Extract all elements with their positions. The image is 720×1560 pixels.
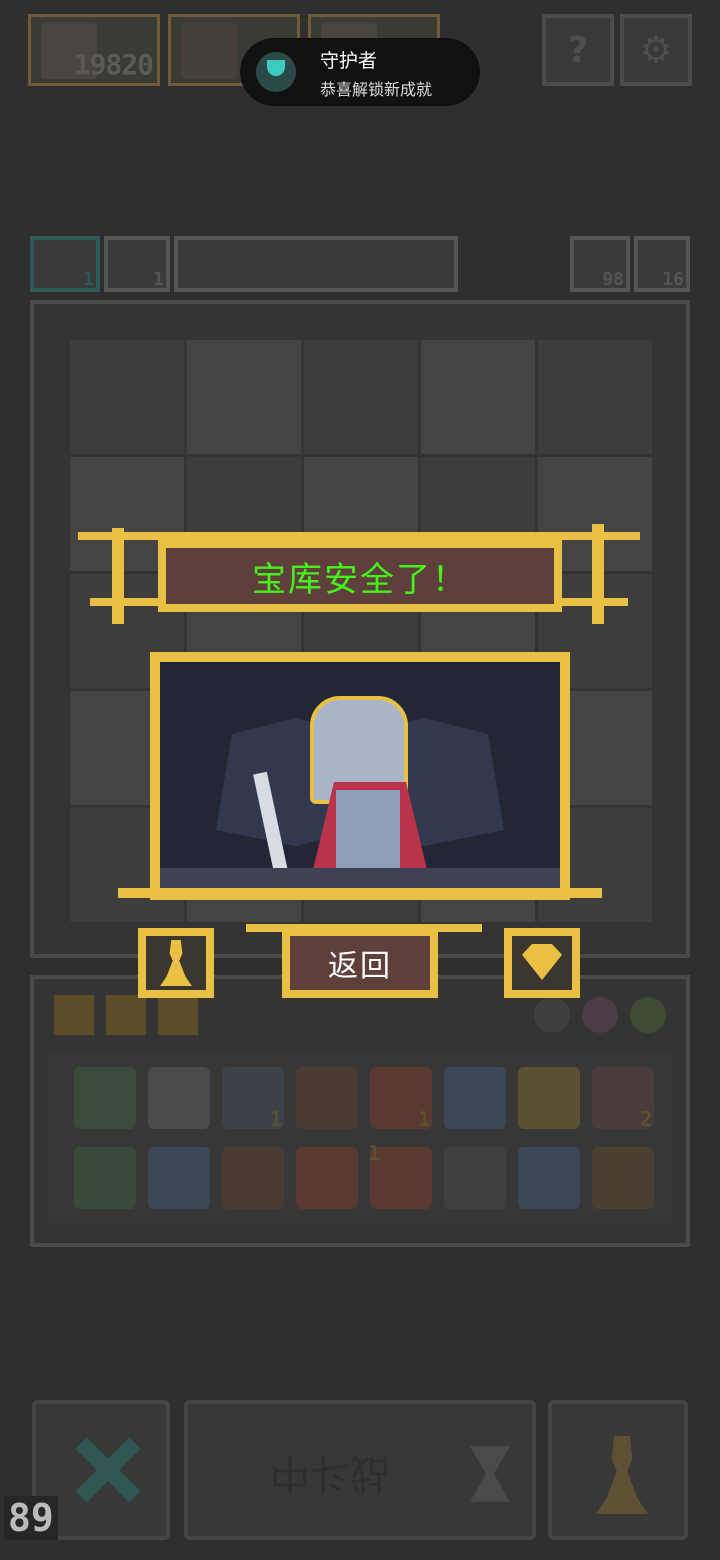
question-icon: ? xyxy=(567,29,589,71)
banner-post-right xyxy=(592,524,604,624)
mail-count: 1 xyxy=(153,269,164,290)
back-button-label: 返回 xyxy=(328,949,392,984)
help-button[interactable]: ? xyxy=(542,14,614,86)
gem-icon[interactable] xyxy=(630,997,666,1033)
item-slot[interactable] xyxy=(592,1147,654,1209)
toast-title: 守护者 xyxy=(320,50,378,72)
back-button[interactable]: 返回 xyxy=(282,928,438,998)
card-icon[interactable] xyxy=(54,995,94,1035)
gem-slots xyxy=(524,995,674,1039)
item-count-badge: 1 xyxy=(270,1107,283,1131)
card-icon[interactable] xyxy=(106,995,146,1035)
item-count-badge: 1 xyxy=(368,1141,381,1165)
item-slot[interactable] xyxy=(148,1147,210,1209)
gear-icon: ⚙ xyxy=(639,29,673,71)
knight-armor xyxy=(336,790,400,870)
result-title: 宝库安全了！ xyxy=(252,559,468,600)
axe-icon xyxy=(181,23,237,79)
board-tile[interactable] xyxy=(70,340,184,454)
card-stack xyxy=(54,995,202,1039)
gem-icon[interactable] xyxy=(582,997,618,1033)
card-icon[interactable] xyxy=(158,995,198,1035)
item-slot[interactable] xyxy=(296,1067,358,1129)
hourglass-icon xyxy=(470,1446,510,1502)
hero-score: 19820 xyxy=(73,48,154,81)
item-slot[interactable] xyxy=(518,1147,580,1209)
portrait-base xyxy=(118,888,602,898)
pawn-tab[interactable] xyxy=(138,928,214,998)
knight-scene xyxy=(160,662,560,890)
shield-counter[interactable]: 1 xyxy=(30,236,100,292)
item-slot[interactable] xyxy=(74,1067,136,1129)
stone-floor xyxy=(160,868,560,890)
item-grid: 1 1 2 1 xyxy=(48,1053,672,1223)
toast-subtitle: 恭喜解锁新成就 xyxy=(320,80,433,99)
item-slot[interactable] xyxy=(74,1147,136,1209)
item-count-badge: 2 xyxy=(640,1107,653,1131)
item-slot[interactable] xyxy=(222,1147,284,1209)
hero-card-1[interactable]: 19820 xyxy=(28,14,160,86)
undo-counter[interactable]: 98 xyxy=(570,236,630,292)
item-slot[interactable] xyxy=(296,1147,358,1209)
board-tile[interactable] xyxy=(187,340,301,454)
item-slot[interactable] xyxy=(444,1067,506,1129)
gem-tab[interactable] xyxy=(504,928,580,998)
level-counter: 89 xyxy=(4,1496,58,1540)
pawn-button[interactable] xyxy=(548,1400,688,1540)
board-tile[interactable] xyxy=(304,340,418,454)
item-slot[interactable] xyxy=(444,1147,506,1209)
item-slot[interactable] xyxy=(518,1067,580,1129)
achievement-toast: 守护者 恭喜解锁新成就 xyxy=(240,38,480,106)
trophy-icon xyxy=(256,52,296,92)
key-count: 16 xyxy=(662,269,684,290)
key-counter[interactable]: 16 xyxy=(634,236,690,292)
result-banner: 宝库安全了！ xyxy=(158,540,562,612)
shield-count: 1 xyxy=(83,269,94,290)
knight-portrait-frame xyxy=(150,652,570,900)
battle-status-button[interactable]: 战斗中 xyxy=(184,1400,536,1540)
undo-count: 98 xyxy=(602,269,624,290)
item-slot[interactable] xyxy=(148,1067,210,1129)
gem-icon[interactable] xyxy=(534,997,570,1033)
settings-button[interactable]: ⚙ xyxy=(620,14,692,86)
banner-post-left xyxy=(112,528,124,624)
item-count-badge: 1 xyxy=(418,1107,431,1131)
mail-counter[interactable]: 1 xyxy=(104,236,170,292)
board-tile[interactable] xyxy=(538,340,652,454)
inventory-panel: 1 1 2 1 xyxy=(30,975,690,1247)
progress-slot xyxy=(174,236,458,292)
pawn-icon xyxy=(596,1436,648,1514)
battle-status-label: 战斗中 xyxy=(270,1450,390,1496)
board-tile[interactable] xyxy=(421,340,535,454)
